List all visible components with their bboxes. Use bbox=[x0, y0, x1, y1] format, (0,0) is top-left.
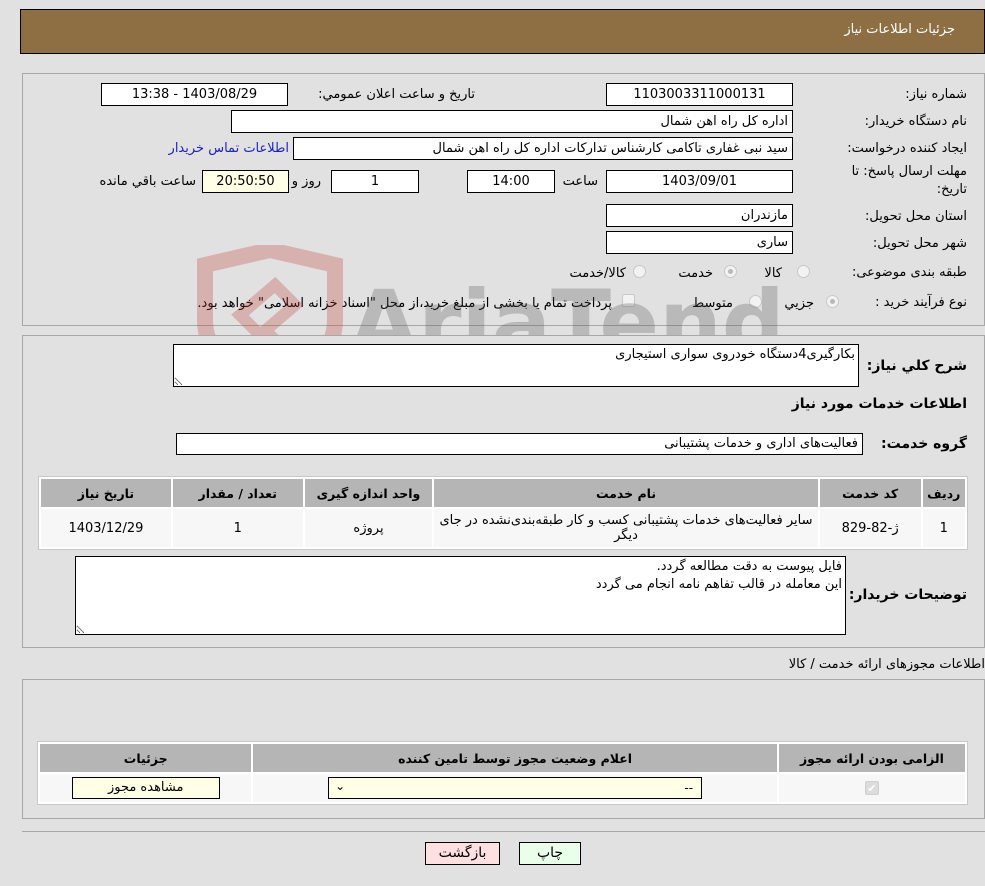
treasury-checkbox[interactable] bbox=[622, 294, 635, 307]
category-label: طبقه بندی موضوعی: bbox=[851, 265, 967, 280]
cell-need-date: 1403/12/29 bbox=[41, 509, 171, 547]
province-label: استان محل تحویل: bbox=[865, 209, 967, 224]
buyer-org-field: اداره کل راه اهن شمال bbox=[231, 110, 793, 133]
deadline-time-field: 14:00 bbox=[467, 170, 555, 193]
requester-label: ایجاد کننده درخواست: bbox=[847, 141, 967, 156]
city-field: ساری bbox=[606, 231, 793, 254]
permit-status-select[interactable]: -- ⌄ bbox=[328, 777, 703, 799]
purchase-radio-minor[interactable] bbox=[826, 295, 839, 308]
buyer-org-label: نام دستگاه خریدار: bbox=[864, 114, 967, 129]
category-radio-goods[interactable] bbox=[797, 265, 810, 278]
permit-required-checkbox[interactable]: ✔ bbox=[864, 781, 879, 795]
need-number-label: شماره نیاز: bbox=[905, 87, 967, 102]
deadline-label: مهلت ارسال پاسخ: تا bbox=[851, 164, 967, 179]
service-group-field: فعالیت‌های اداری و خدمات پشتیبانی bbox=[176, 433, 863, 455]
deadline-label-2: تاریخ: bbox=[936, 182, 967, 197]
cell-permit-details: مشاهده مجوز bbox=[40, 774, 252, 802]
col-quantity: تعداد / مقدار bbox=[172, 479, 303, 507]
col-permit-details: جزئیات bbox=[40, 744, 252, 772]
services-table: ردیف کد خدمت نام خدمت واحد اندازه گیری ت… bbox=[38, 476, 968, 550]
description-label: شرح كلي نياز: bbox=[866, 358, 967, 374]
remaining-time-field: 20:50:50 bbox=[202, 170, 289, 193]
treasury-checkbox-label: پرداخت تمام یا بخشی از مبلغ خرید،از محل … bbox=[197, 296, 612, 311]
province-field: مازندران bbox=[606, 204, 793, 227]
buyer-notes-textarea[interactable] bbox=[75, 556, 846, 635]
footer-divider bbox=[22, 831, 985, 832]
print-button[interactable]: چاپ bbox=[519, 842, 581, 865]
services-table-header: ردیف کد خدمت نام خدمت واحد اندازه گیری ت… bbox=[41, 479, 965, 507]
buyer-contact-link[interactable]: اطلاعات تماس خریدار bbox=[169, 141, 289, 156]
table-row: 1 ژ-82-829 سایر فعالیت‌های خدمات پشتیبان… bbox=[41, 509, 965, 547]
remaining-days-field: 1 bbox=[331, 170, 419, 193]
col-permit-status: اعلام وضعیت مجوز توسط تامین کننده bbox=[253, 744, 777, 772]
chevron-down-icon: ⌄ bbox=[335, 779, 346, 793]
view-permit-button[interactable]: مشاهده مجوز bbox=[71, 777, 220, 799]
purchase-option-minor: جزيي bbox=[784, 296, 814, 311]
cell-quantity: 1 bbox=[172, 509, 303, 547]
days-label: روز و bbox=[291, 174, 321, 189]
cell-service-code: ژ-82-829 bbox=[819, 509, 921, 547]
category-radio-service[interactable] bbox=[724, 265, 737, 278]
cell-unit: پروژه bbox=[304, 509, 433, 547]
cell-row-number: 1 bbox=[922, 509, 965, 547]
category-option-goods: کالا bbox=[764, 266, 782, 281]
remaining-time-label: ساعت باقي مانده bbox=[99, 174, 196, 189]
purchase-type-label: نوع فرآیند خرید : bbox=[875, 295, 967, 310]
buyer-notes-label: توضیحات خریدار: bbox=[848, 587, 967, 603]
announce-datetime-field: 1403/08/29 - 13:38 bbox=[101, 83, 288, 106]
announce-datetime-label: تاریخ و ساعت اعلان عمومي: bbox=[318, 87, 475, 102]
purchase-radio-medium[interactable] bbox=[749, 295, 762, 308]
services-section-title: اطلاعات خدمات مورد نياز bbox=[791, 396, 967, 412]
description-textarea[interactable] bbox=[173, 344, 859, 387]
col-service-name: نام خدمت bbox=[434, 479, 818, 507]
page-title: جزئیات اطلاعات نیاز bbox=[844, 22, 955, 37]
col-need-date: تاریخ نیاز bbox=[41, 479, 171, 507]
deadline-date-field: 1403/09/01 bbox=[606, 170, 793, 193]
back-button[interactable]: بازگشت bbox=[425, 842, 500, 865]
col-row-number: ردیف bbox=[922, 479, 965, 507]
cell-service-name: سایر فعالیت‌های خدمات پشتیبانی کسب و کار… bbox=[434, 509, 818, 547]
permits-table: الزامی بودن ارائه مجوز اعلام وضعیت مجوز … bbox=[37, 741, 968, 805]
cell-permit-status: -- ⌄ bbox=[253, 774, 777, 802]
category-option-goods-service: کالا/خدمت bbox=[569, 266, 626, 281]
col-permit-required: الزامی بودن ارائه مجوز bbox=[778, 744, 965, 772]
city-label: شهر محل تحویل: bbox=[872, 236, 967, 251]
page-header bbox=[20, 9, 985, 54]
service-group-label: گروه خدمت: bbox=[881, 436, 967, 452]
col-service-code: کد خدمت bbox=[819, 479, 921, 507]
col-unit: واحد اندازه گیری bbox=[304, 479, 433, 507]
cell-permit-required: ✔ bbox=[778, 774, 965, 802]
table-row: ✔ -- ⌄ مشاهده مجوز bbox=[40, 774, 965, 802]
need-number-field: 1103003311000131 bbox=[606, 83, 793, 106]
permit-status-selected: -- bbox=[684, 781, 694, 795]
permits-table-header: الزامی بودن ارائه مجوز اعلام وضعیت مجوز … bbox=[40, 744, 965, 772]
deadline-time-label: ساعت bbox=[562, 174, 598, 189]
permits-section-title: اطلاعات مجوزهای ارائه خدمت / کالا bbox=[788, 657, 985, 672]
requester-field: سید نبی غفاری تاکامی کارشناس تدارکات ادا… bbox=[293, 137, 793, 160]
category-option-service: خدمت bbox=[678, 266, 713, 281]
purchase-option-medium: متوسط bbox=[692, 296, 733, 311]
category-radio-goods-service[interactable] bbox=[633, 265, 646, 278]
